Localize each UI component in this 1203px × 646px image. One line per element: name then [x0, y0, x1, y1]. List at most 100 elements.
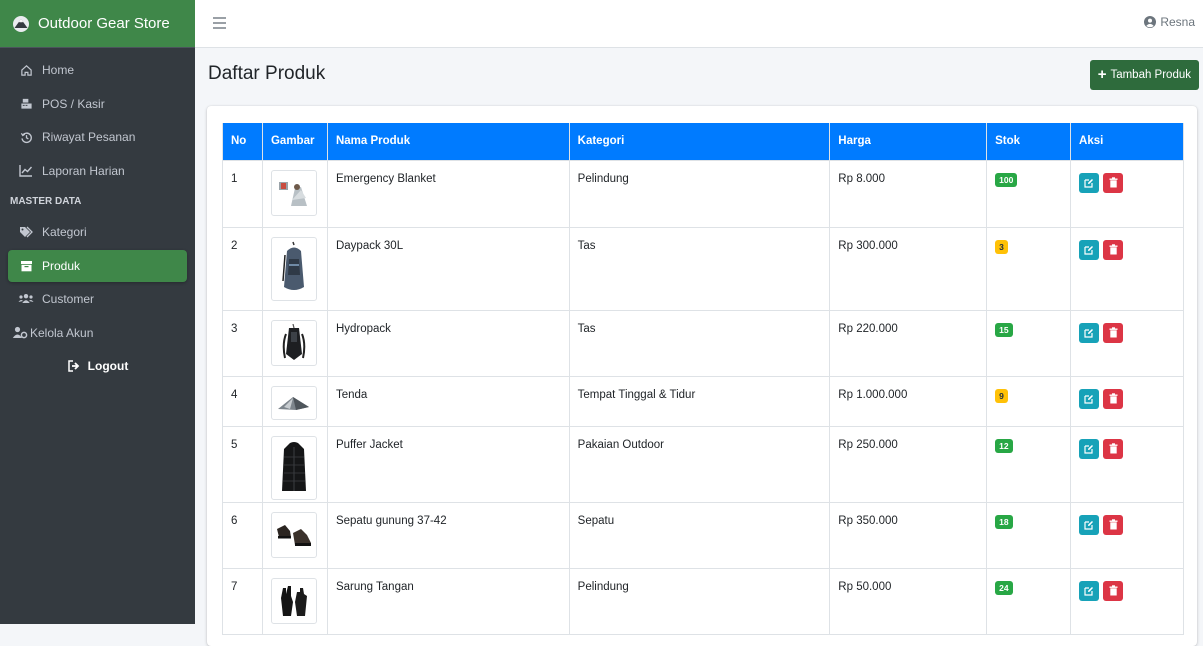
product-category: Tas	[568, 309, 831, 377]
trash-icon	[1109, 327, 1118, 338]
edit-icon	[1084, 328, 1094, 338]
product-image-sarung-tangan[interactable]	[270, 577, 317, 624]
table-header-row: No Gambar Nama Produk Kategori Harga Sto…	[222, 123, 1184, 161]
sidebar-item-label: Home	[42, 63, 75, 77]
row-number: 3	[222, 309, 263, 377]
stock-badge: 100	[995, 172, 1018, 187]
sidebar-item-kategori[interactable]: Kategori	[8, 216, 187, 248]
column-header[interactable]: No	[222, 123, 263, 161]
trash-icon	[1109, 177, 1118, 188]
edit-icon	[1084, 245, 1094, 255]
history-icon	[18, 129, 34, 145]
row-number: 4	[222, 375, 263, 427]
product-category: Pelindung	[568, 567, 831, 635]
sidebar-item-pos[interactable]: POS / Kasir	[8, 88, 187, 120]
edit-button[interactable]	[1079, 239, 1100, 260]
chart-line-icon	[18, 163, 34, 179]
delete-button[interactable]	[1103, 172, 1124, 193]
top-navbar: Resna	[195, 0, 1203, 48]
row-number: 1	[222, 159, 263, 228]
menu-toggle-icon[interactable]	[213, 17, 226, 29]
sign-out-icon	[67, 358, 83, 374]
product-price: Rp 8.000	[829, 159, 988, 228]
edit-icon	[1084, 394, 1094, 404]
delete-button[interactable]	[1103, 580, 1124, 601]
action-cell	[1070, 501, 1184, 569]
sidebar-item-laporan-harian[interactable]: Laporan Harian	[8, 155, 187, 187]
table-row: 7 Sarung Tangan Pelindung Rp 50.000 24	[222, 567, 1184, 635]
row-number: 6	[222, 501, 263, 569]
action-cell	[1070, 309, 1184, 377]
product-name: Tenda	[326, 375, 570, 427]
column-header[interactable]: Aksi	[1070, 123, 1184, 161]
image-cell	[261, 226, 328, 311]
column-header[interactable]: Gambar	[261, 123, 328, 161]
image-cell	[261, 309, 328, 377]
sidebar-item-label: POS / Kasir	[42, 96, 105, 111]
plus-icon: +	[1097, 66, 1107, 83]
column-header[interactable]: Nama Produk	[326, 123, 570, 161]
delete-button[interactable]	[1103, 322, 1124, 343]
sidebar-item-label: Kelola Akun	[30, 325, 94, 340]
mountain-logo-icon	[13, 15, 29, 32]
table-row: 1 Emergency Blanket Pelindung Rp 8.000 1…	[222, 159, 1184, 228]
product-name: Emergency Blanket	[326, 159, 570, 228]
sidebar-item-label: Laporan Harian	[42, 163, 125, 178]
edit-button[interactable]	[1079, 172, 1100, 193]
edit-button[interactable]	[1079, 438, 1100, 459]
sidebar-nav: Home POS / Kasir Riwayat Pesanan Laporan…	[0, 48, 195, 382]
action-cell	[1070, 425, 1184, 503]
stock-cell: 12	[986, 425, 1072, 503]
trash-icon	[1109, 393, 1118, 404]
tags-icon	[18, 224, 34, 240]
logout-label: Logout	[87, 359, 129, 373]
home-icon	[18, 62, 34, 78]
edit-button[interactable]	[1079, 322, 1100, 343]
column-header[interactable]: Stok	[986, 123, 1072, 161]
delete-button[interactable]	[1103, 388, 1124, 409]
sidebar-item-produk[interactable]: Produk	[8, 249, 187, 282]
product-price: Rp 50.000	[829, 567, 988, 635]
table-row: 5 Puffer Jacket Pakaian Outdoor Rp 250.0…	[222, 425, 1184, 503]
product-image-emergency-blanket[interactable]	[270, 169, 317, 216]
trash-icon	[1109, 244, 1118, 255]
action-cell	[1070, 567, 1184, 635]
brand-link[interactable]: Outdoor Gear Store	[0, 0, 195, 48]
product-price: Rp 250.000	[829, 425, 988, 503]
action-cell	[1070, 159, 1184, 228]
delete-button[interactable]	[1103, 438, 1124, 459]
sidebar-item-customer[interactable]: Customer	[8, 283, 187, 315]
user-name: Resna	[1160, 15, 1195, 29]
image-cell	[261, 375, 328, 427]
delete-button[interactable]	[1103, 239, 1124, 260]
stock-cell: 18	[986, 501, 1072, 569]
product-image-hydropack[interactable]	[270, 319, 317, 366]
column-header[interactable]: Kategori	[568, 123, 831, 161]
edit-button[interactable]	[1079, 514, 1100, 535]
product-image-daypack[interactable]	[270, 236, 317, 301]
sidebar-item-kelola-akun[interactable]: Kelola Akun	[8, 317, 187, 349]
image-cell	[261, 567, 328, 635]
product-image-puffer-jacket[interactable]	[270, 435, 317, 500]
product-category: Tempat Tinggal & Tidur	[568, 375, 831, 427]
sidebar: Outdoor Gear Store Home POS / Kasir Riwa…	[0, 0, 195, 624]
action-cell	[1070, 375, 1184, 427]
row-number: 2	[222, 226, 263, 311]
stock-badge: 15	[995, 322, 1013, 337]
user-menu[interactable]: Resna	[1144, 15, 1195, 29]
edit-icon	[1084, 520, 1094, 530]
image-cell	[261, 159, 328, 228]
sidebar-item-riwayat-pesanan[interactable]: Riwayat Pesanan	[8, 121, 187, 153]
column-header[interactable]: Harga	[829, 123, 988, 161]
sidebar-item-label: Produk	[42, 258, 81, 273]
add-product-button[interactable]: + Tambah Produk	[1089, 60, 1199, 90]
edit-button[interactable]	[1079, 580, 1100, 601]
product-image-tenda[interactable]	[270, 385, 317, 420]
product-price: Rp 220.000	[829, 309, 988, 377]
delete-button[interactable]	[1103, 514, 1124, 535]
sidebar-item-home[interactable]: Home	[8, 54, 187, 86]
edit-button[interactable]	[1079, 388, 1100, 409]
product-card: No Gambar Nama Produk Kategori Harga Sto…	[207, 106, 1197, 646]
product-image-sepatu-gunung[interactable]	[270, 511, 317, 558]
logout-button[interactable]: Logout	[8, 350, 187, 382]
